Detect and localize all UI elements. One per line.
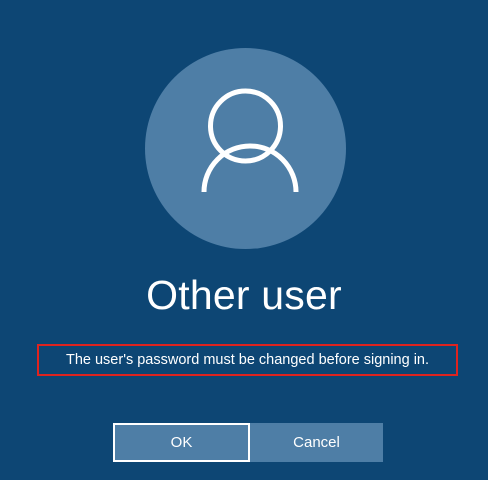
user-display-name: Other user bbox=[146, 272, 342, 318]
sign-in-screen: Other user The user's password must be c… bbox=[0, 0, 488, 480]
password-change-message: The user's password must be changed befo… bbox=[37, 344, 458, 376]
ok-button[interactable]: OK bbox=[113, 423, 250, 462]
cancel-button[interactable]: Cancel bbox=[250, 423, 383, 462]
user-avatar bbox=[145, 48, 346, 249]
user-silhouette-icon bbox=[201, 88, 299, 193]
